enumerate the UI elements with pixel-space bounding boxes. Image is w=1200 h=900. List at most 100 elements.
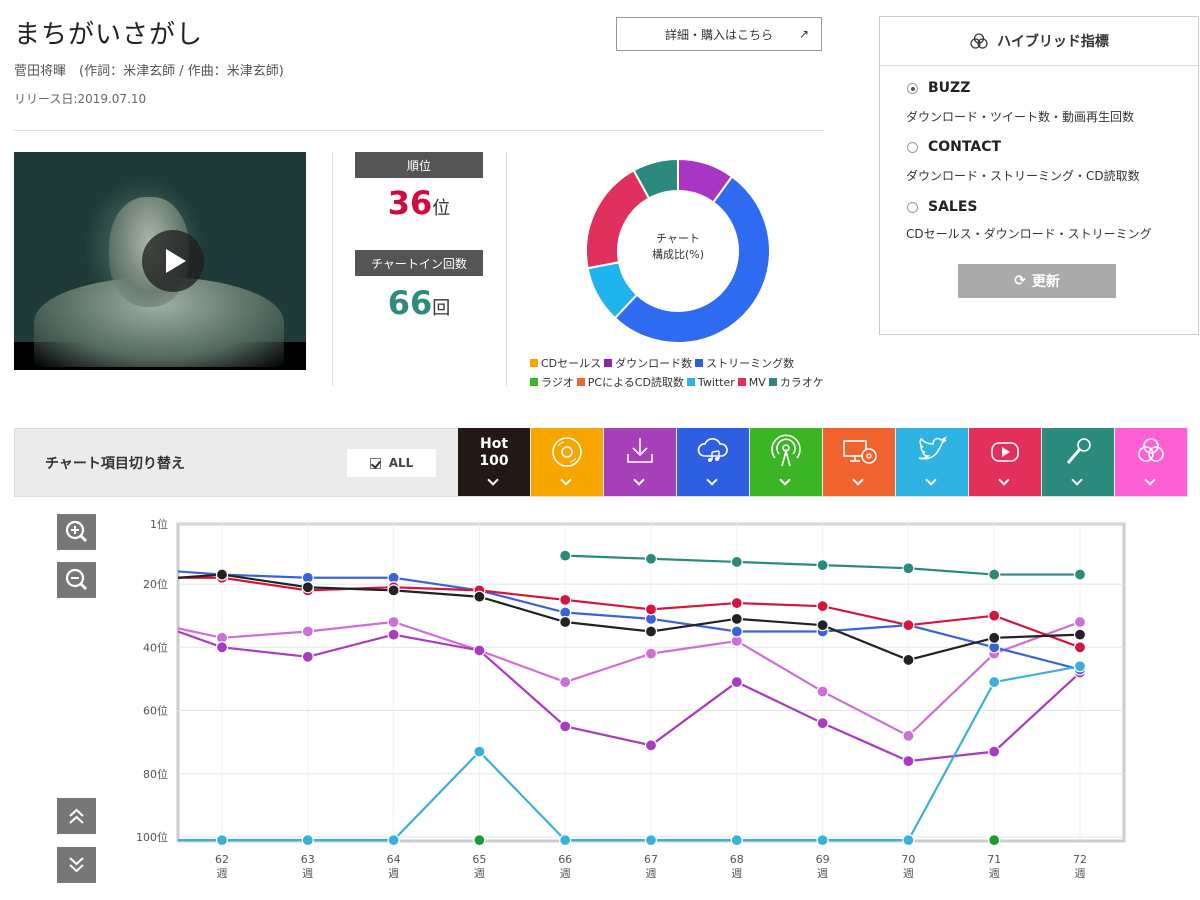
legend-label: PCによるCD読取数 — [587, 376, 684, 389]
data-point[interactable] — [902, 755, 915, 768]
radio-buzz[interactable] — [907, 83, 918, 94]
data-point[interactable] — [730, 834, 743, 847]
legend-item: ラジオ — [530, 373, 574, 392]
tab-streaming[interactable] — [677, 428, 749, 496]
data-point[interactable] — [644, 647, 658, 660]
data-point[interactable] — [988, 568, 1001, 581]
data-point[interactable] — [473, 590, 486, 603]
data-point[interactable] — [301, 834, 314, 847]
data-point[interactable] — [1073, 660, 1087, 673]
data-point[interactable] — [1073, 628, 1087, 641]
song-title: まちがいさがし — [14, 20, 204, 50]
data-point[interactable] — [559, 675, 572, 689]
radio-contact[interactable] — [907, 142, 918, 153]
data-point[interactable] — [816, 600, 829, 613]
data-point[interactable] — [902, 653, 915, 667]
tab-hybrid[interactable] — [1115, 428, 1187, 496]
data-point[interactable] — [730, 596, 743, 610]
data-point[interactable] — [730, 612, 743, 625]
data-point[interactable] — [816, 834, 829, 847]
data-point[interactable] — [301, 650, 314, 663]
option-contact-label: CONTACT — [928, 139, 1002, 155]
data-point[interactable] — [816, 717, 829, 730]
data-point[interactable] — [988, 631, 1001, 644]
data-point[interactable] — [902, 619, 915, 632]
y-tick-label: 20位 — [143, 577, 168, 591]
data-point[interactable] — [473, 745, 486, 758]
legend-swatch — [530, 359, 538, 367]
chevron-down-icon — [560, 474, 572, 486]
data-point[interactable] — [387, 834, 400, 847]
data-point[interactable] — [816, 559, 829, 572]
all-checkbox[interactable]: ALL — [347, 449, 436, 477]
x-tick-label: 67 週 — [644, 853, 658, 880]
tab-pc[interactable] — [823, 428, 895, 496]
chevron-down-icon — [706, 474, 718, 486]
y-tick-label: 1位 — [150, 517, 168, 531]
play-icon[interactable] — [142, 230, 204, 292]
data-point[interactable] — [301, 581, 314, 594]
data-point[interactable] — [473, 834, 486, 847]
data-point[interactable] — [1073, 615, 1087, 629]
rank-label: 順位 — [355, 152, 483, 178]
data-point[interactable] — [902, 562, 915, 575]
tab-mv[interactable] — [969, 428, 1041, 496]
data-point[interactable] — [816, 619, 829, 632]
download-icon — [627, 438, 653, 463]
data-point[interactable] — [301, 625, 314, 638]
microphone-icon — [1066, 438, 1091, 464]
tab-hot100-label: Hot 100 — [458, 436, 530, 470]
tab-download[interactable] — [604, 428, 676, 496]
data-point[interactable] — [387, 584, 400, 597]
data-point[interactable] — [902, 729, 915, 742]
radio-sales[interactable] — [907, 202, 918, 213]
detail-purchase-button[interactable]: 詳細・購入はこちら ↗ — [616, 17, 822, 51]
data-point[interactable] — [1073, 641, 1087, 654]
data-point[interactable] — [559, 615, 572, 629]
data-point[interactable] — [215, 568, 229, 581]
data-point[interactable] — [902, 834, 915, 847]
data-point[interactable] — [559, 549, 572, 562]
data-point[interactable] — [730, 625, 743, 638]
tab-hot100[interactable]: Hot 100 — [458, 428, 530, 496]
data-point[interactable] — [730, 675, 743, 689]
legend-item: CDセールス — [530, 354, 601, 373]
tab-radio[interactable] — [750, 428, 822, 496]
legend-swatch — [576, 378, 585, 386]
chartin-count-label: チャートイン回数 — [355, 250, 483, 276]
legend-item: ダウンロード数 — [604, 354, 692, 373]
legend-swatch — [737, 378, 746, 386]
data-point[interactable] — [644, 739, 658, 752]
data-point[interactable] — [988, 609, 1001, 622]
data-point[interactable] — [1073, 568, 1087, 581]
video-player[interactable] — [14, 152, 306, 370]
data-point[interactable] — [559, 720, 572, 733]
data-point[interactable] — [730, 555, 743, 569]
data-point[interactable] — [559, 593, 572, 606]
update-button[interactable]: ⟳ 更新 — [958, 264, 1116, 298]
tab-karaoke[interactable] — [1042, 428, 1114, 496]
header-divider — [14, 130, 824, 131]
donut-center-label: チャート 構成比(%) — [626, 231, 730, 263]
tab-twitter[interactable] — [896, 428, 968, 496]
detail-purchase-label: 詳細・購入はこちら — [664, 27, 773, 42]
data-point[interactable] — [644, 625, 658, 638]
data-point[interactable] — [816, 685, 829, 698]
data-point[interactable] — [644, 552, 658, 565]
data-point[interactable] — [988, 834, 1001, 847]
data-point[interactable] — [559, 834, 572, 847]
tab-cd[interactable] — [531, 428, 603, 496]
checkbox-icon — [369, 457, 381, 469]
data-point[interactable] — [988, 745, 1001, 758]
rank-unit: 位 — [432, 198, 451, 219]
option-sales-label: SALES — [928, 199, 978, 215]
x-tick-label: 72 週 — [1073, 853, 1087, 880]
data-point[interactable] — [644, 603, 658, 616]
data-point[interactable] — [988, 675, 1001, 689]
data-point[interactable] — [473, 644, 486, 657]
data-point[interactable] — [387, 628, 400, 641]
data-point[interactable] — [387, 615, 400, 629]
data-point[interactable] — [215, 834, 229, 847]
data-point[interactable] — [215, 641, 229, 654]
data-point[interactable] — [644, 834, 658, 847]
